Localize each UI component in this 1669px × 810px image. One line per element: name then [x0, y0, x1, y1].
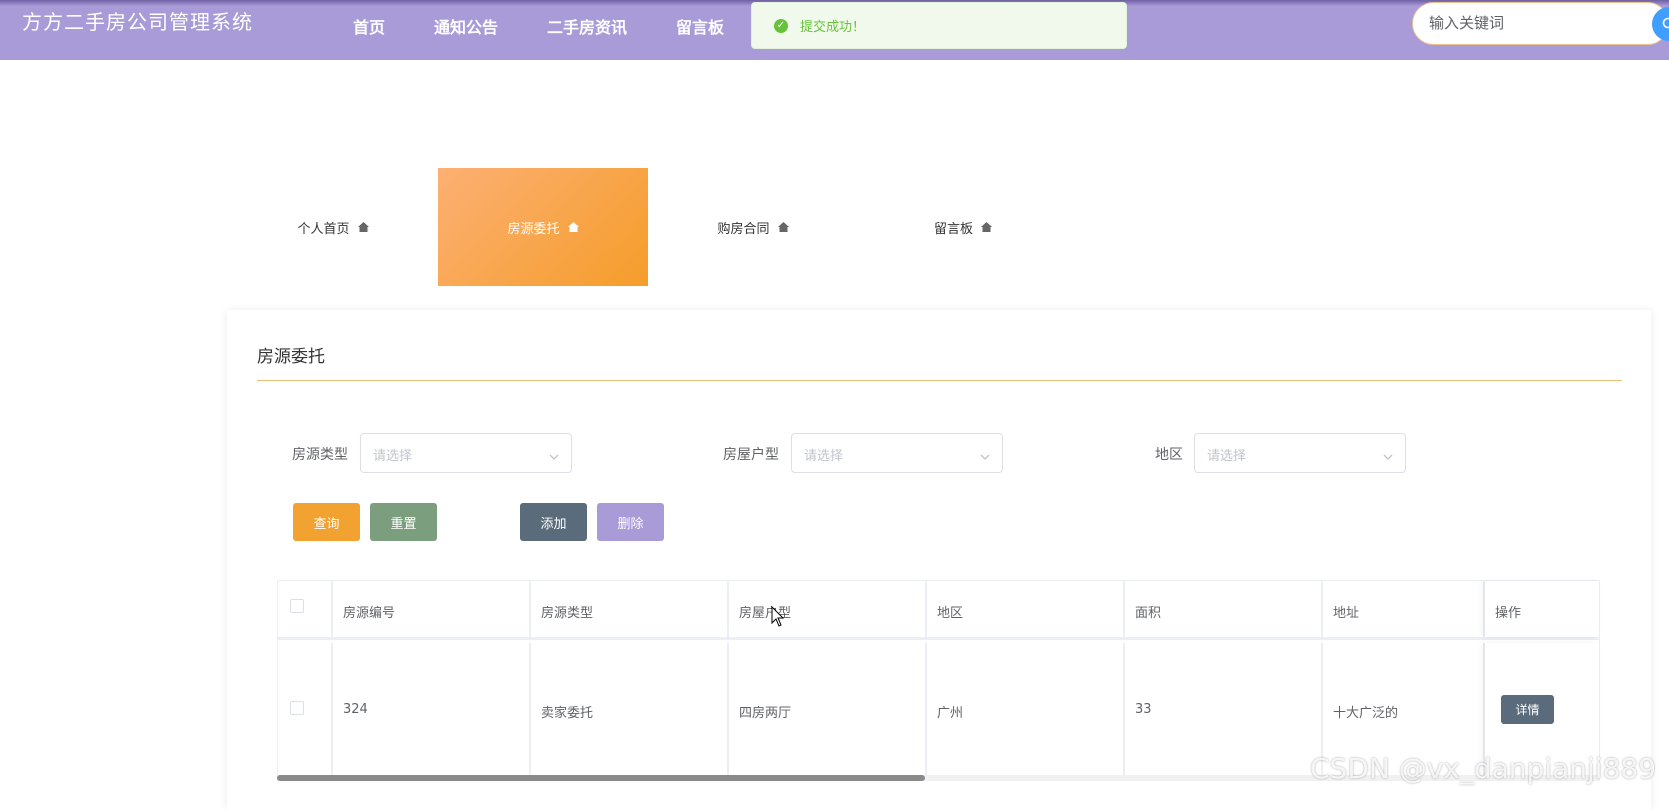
listing-table: 房源编号 房源类型 房屋户型 地区 面积 地址 操作 324 卖家委托 四房两厅… [277, 580, 1600, 780]
nav-message-board[interactable]: 留言板 [676, 14, 724, 38]
success-toast: ✓ 提交成功！ [751, 2, 1127, 49]
col-header-listing-id: 房源编号 [333, 581, 531, 637]
region-select[interactable]: 请选择 [1194, 433, 1406, 473]
home-icon [778, 222, 789, 232]
layout-select[interactable]: 请选择 [791, 433, 1003, 473]
tab-message-board[interactable]: 留言板 [858, 168, 1068, 286]
tab-label: 购房合同 [717, 218, 769, 237]
check-circle-icon: ✓ [774, 19, 788, 33]
cell-layout: 四房两厅 [729, 643, 927, 777]
chevron-down-icon [980, 447, 990, 457]
toast-message: 提交成功！ [800, 16, 865, 35]
col-header-actions: 操作 [1485, 581, 1599, 637]
tab-label: 留言板 [934, 218, 973, 237]
col-header-region: 地区 [927, 581, 1125, 637]
col-header-address: 地址 [1323, 581, 1485, 637]
select-placeholder: 请选择 [373, 445, 412, 464]
nav-notices[interactable]: 通知公告 [434, 14, 498, 38]
top-header: 方方二手房公司管理系统 首页 通知公告 二手房资讯 留言板 ✓ 提交成功！ [0, 0, 1669, 60]
table-header-row: 房源编号 房源类型 房屋户型 地区 面积 地址 操作 [278, 581, 1599, 640]
listing-type-select[interactable]: 请选择 [360, 433, 572, 473]
filter-label-layout: 房屋户型 [723, 444, 779, 464]
col-header-area: 面积 [1125, 581, 1323, 637]
home-icon [358, 222, 369, 232]
delete-button[interactable]: 删除 [597, 503, 664, 541]
home-icon [568, 222, 579, 232]
search-input[interactable] [1429, 14, 1649, 32]
content-card: 房源委托 房源类型 请选择 房屋户型 请选择 地区 请选择 查询 重置 添加 删… [227, 310, 1651, 810]
home-icon [981, 222, 992, 232]
col-header-layout: 房屋户型 [729, 581, 927, 637]
scrollbar-thumb[interactable] [277, 775, 925, 781]
add-button[interactable]: 添加 [520, 503, 587, 541]
select-placeholder: 请选择 [1207, 445, 1246, 464]
title-divider [257, 380, 1622, 381]
cell-region: 广州 [927, 643, 1125, 777]
cell-area: 33 [1125, 643, 1323, 777]
filter-label-listing-type: 房源类型 [292, 444, 348, 464]
filter-label-region: 地区 [1155, 444, 1183, 464]
tab-purchase-contract[interactable]: 购房合同 [648, 168, 858, 286]
detail-button[interactable]: 详情 [1501, 695, 1554, 724]
site-title: 方方二手房公司管理系统 [22, 6, 253, 35]
watermark: CSDN @vx_danpianji889 [1310, 752, 1656, 785]
select-placeholder: 请选择 [804, 445, 843, 464]
cell-listing-type: 卖家委托 [531, 643, 729, 777]
col-header-listing-type: 房源类型 [531, 581, 729, 637]
select-all-checkbox[interactable] [290, 599, 304, 613]
mouse-cursor-icon [771, 606, 785, 628]
tab-personal-home[interactable]: 个人首页 [228, 168, 438, 286]
panel-title: 房源委托 [257, 342, 325, 367]
tab-label: 个人首页 [297, 218, 349, 237]
nav-news[interactable]: 二手房资讯 [547, 14, 627, 38]
tab-label: 房源委托 [507, 218, 559, 237]
cell-listing-id: 324 [333, 643, 531, 777]
chevron-down-icon [549, 447, 559, 457]
row-select-cell [278, 643, 333, 777]
tab-listing-entrust[interactable]: 房源委托 [438, 168, 648, 286]
query-button[interactable]: 查询 [293, 503, 360, 541]
reset-button[interactable]: 重置 [370, 503, 437, 541]
search-box [1412, 2, 1669, 45]
header-select-cell [278, 581, 333, 637]
chevron-down-icon [1383, 447, 1393, 457]
row-checkbox[interactable] [290, 701, 304, 715]
nav-home[interactable]: 首页 [353, 14, 385, 38]
